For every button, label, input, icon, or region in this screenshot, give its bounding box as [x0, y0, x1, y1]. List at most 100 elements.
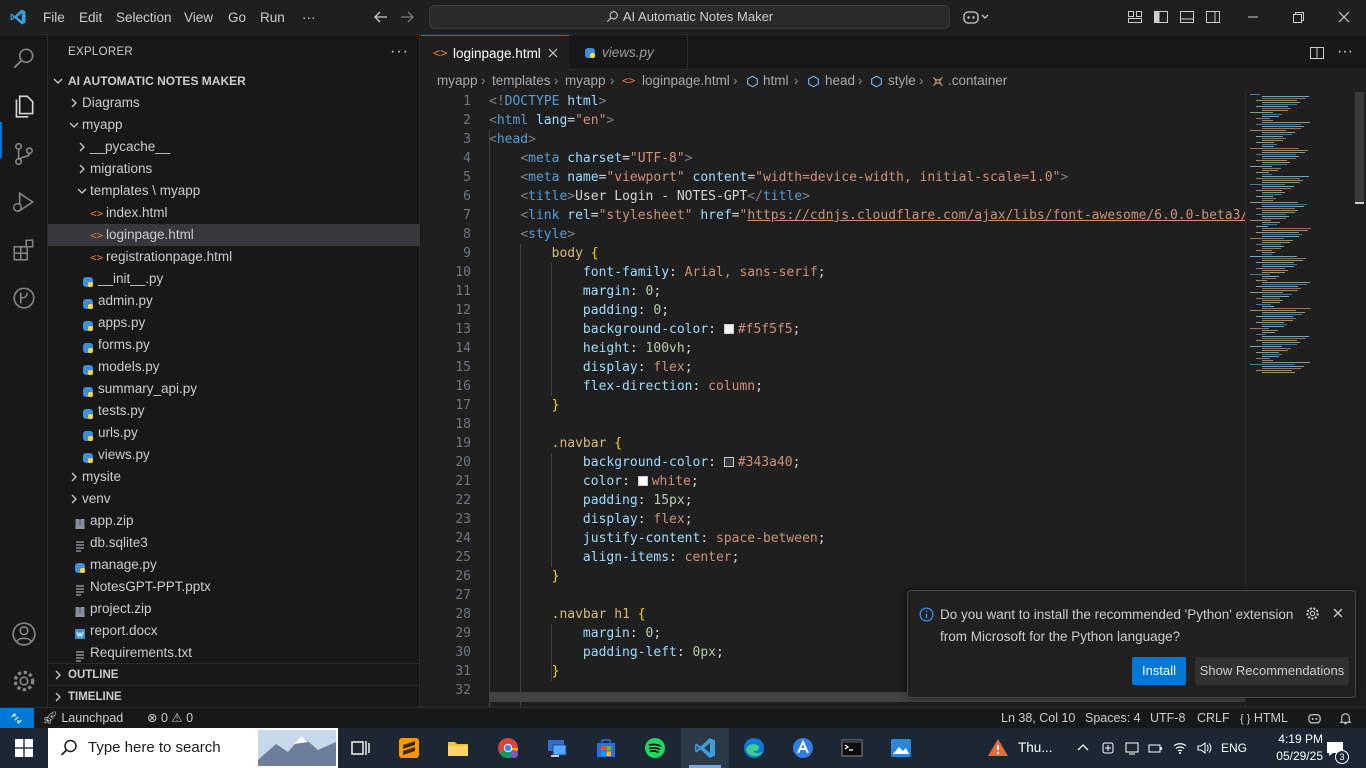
terminal-icon[interactable]	[840, 736, 864, 760]
tree-file[interactable]: urls.py	[48, 422, 420, 444]
menu-selection[interactable]: Selection	[116, 0, 172, 35]
weather-warning-icon[interactable]	[986, 736, 1010, 760]
manage-gear-icon[interactable]	[11, 668, 37, 694]
input-language[interactable]: ENG	[1221, 728, 1247, 768]
tray-app-icon[interactable]	[1100, 740, 1116, 756]
breadcrumb-item[interactable]: head	[825, 70, 855, 92]
explorer-more-button[interactable]: ···	[390, 43, 409, 61]
timeline-section[interactable]: TIMELINE	[48, 685, 420, 707]
arrow-right-icon[interactable]	[399, 9, 415, 25]
cursor-position[interactable]: Ln 38, Col 10	[1001, 708, 1075, 729]
toggle-panel-icon[interactable]	[1179, 9, 1195, 25]
search-icon[interactable]	[11, 46, 37, 72]
menu-run[interactable]: Run	[260, 0, 285, 35]
tree-folder[interactable]: venv	[48, 488, 420, 510]
run-debug-icon[interactable]	[11, 189, 37, 215]
breadcrumb-item[interactable]: templates	[492, 70, 551, 92]
project-root[interactable]: AI AUTOMATIC NOTES MAKER	[48, 70, 420, 92]
source-control-icon[interactable]	[11, 141, 37, 167]
tree-file[interactable]: admin.py	[48, 290, 420, 312]
tree-folder[interactable]: templates \ myapp	[48, 180, 420, 202]
encoding[interactable]: UTF-8	[1150, 708, 1185, 729]
close-icon[interactable]	[1332, 607, 1344, 619]
sublime-text-icon[interactable]	[397, 736, 421, 760]
close-icon[interactable]	[547, 47, 559, 59]
tab-loginpage[interactable]: <> loginpage.html	[421, 35, 569, 70]
restore-icon[interactable]	[1290, 9, 1306, 25]
files-icon[interactable]	[11, 93, 37, 119]
volume-icon[interactable]	[1196, 740, 1212, 756]
tree-file[interactable]: summary_api.py	[48, 378, 420, 400]
end-of-line[interactable]: CRLF	[1197, 708, 1230, 729]
wifi-icon[interactable]	[1172, 740, 1188, 756]
vscode-logo-icon[interactable]	[9, 8, 27, 26]
remote-indicator[interactable]	[0, 708, 34, 729]
tree-file[interactable]: <> index.html	[48, 202, 420, 224]
remote-explorer-icon[interactable]	[11, 285, 37, 311]
breadcrumb-item[interactable]: myapp	[565, 70, 606, 92]
vscode-icon[interactable]	[693, 736, 717, 760]
tree-file[interactable]: NotesGPT-PPT.pptx	[48, 576, 420, 598]
taskbar-search-box[interactable]: Type here to search	[48, 728, 338, 768]
tree-folder[interactable]: __pycache__	[48, 136, 420, 158]
minimize-icon[interactable]	[1245, 9, 1261, 25]
tree-file[interactable]: app.zip	[48, 510, 420, 532]
remote-desktop-icon[interactable]	[545, 736, 569, 760]
launchpad-item[interactable]: 🚀︎ Launchpad	[42, 708, 123, 729]
show-recommendations-button[interactable]: Show Recommendations	[1195, 657, 1349, 685]
tree-file[interactable]: models.py	[48, 356, 420, 378]
tree-folder[interactable]: myapp	[48, 114, 420, 136]
color-swatch[interactable]	[723, 324, 734, 334]
microsoft-store-icon[interactable]	[594, 736, 618, 760]
tree-file[interactable]: project.zip	[48, 598, 420, 620]
copilot-icon[interactable]	[963, 9, 991, 25]
tree-file[interactable]: forms.py	[48, 334, 420, 356]
edge-icon[interactable]	[742, 736, 766, 760]
breadcrumb-item[interactable]: style	[888, 70, 916, 92]
tree-folder[interactable]: Diagrams	[48, 92, 420, 114]
weather-label[interactable]: Thu...	[1018, 728, 1053, 768]
color-swatch[interactable]	[637, 476, 648, 486]
spotify-icon[interactable]	[643, 736, 667, 760]
breadcrumb-item[interactable]: .container	[948, 70, 1007, 92]
tree-file[interactable]: manage.py	[48, 554, 420, 576]
toggle-sidebar-icon[interactable]	[1153, 9, 1169, 25]
tree-folder[interactable]: migrations	[48, 158, 420, 180]
arrow-left-icon[interactable]	[373, 9, 389, 25]
tray-remote-icon[interactable]	[1124, 740, 1140, 756]
chrome-icon[interactable]	[496, 736, 520, 760]
chevron-up-icon[interactable]	[1076, 741, 1090, 755]
toggle-secondary-sidebar-icon[interactable]	[1205, 9, 1221, 25]
indentation[interactable]: Spaces: 4	[1085, 708, 1141, 729]
tree-file[interactable]: report.docx	[48, 620, 420, 642]
tree-file[interactable]: tests.py	[48, 400, 420, 422]
split-editor-icon[interactable]	[1309, 45, 1325, 61]
breadcrumb-item[interactable]: html	[763, 70, 789, 92]
copilot-status-icon[interactable]	[1307, 711, 1322, 726]
menu-more[interactable]: ···	[302, 0, 316, 35]
vpn-app-icon[interactable]	[791, 736, 815, 760]
tree-file[interactable]: views.py	[48, 444, 420, 466]
tree-file[interactable]: db.sqlite3	[48, 532, 420, 554]
menu-go[interactable]: Go	[228, 0, 246, 35]
customize-layout-icon[interactable]	[1127, 9, 1143, 25]
file-explorer-icon[interactable]	[446, 736, 470, 760]
tree-file[interactable]: <> loginpage.html	[48, 224, 420, 246]
problems-item[interactable]: ⊗ 0 ⚠︎ 0	[147, 708, 193, 729]
tree-file[interactable]: <> registrationpage.html	[48, 246, 420, 268]
battery-plug-icon[interactable]	[1148, 740, 1164, 756]
photos-icon[interactable]	[889, 736, 913, 760]
tree-file[interactable]: __init__.py	[48, 268, 420, 290]
menu-edit[interactable]: Edit	[79, 0, 102, 35]
color-swatch[interactable]	[723, 457, 734, 467]
extensions-icon[interactable]	[11, 237, 37, 263]
tree-folder[interactable]: mysite	[48, 466, 420, 488]
language-mode[interactable]: { } HTML	[1240, 708, 1288, 729]
scrollbar-thumb[interactable]	[1355, 92, 1364, 202]
tree-file[interactable]: apps.py	[48, 312, 420, 334]
outline-section[interactable]: OUTLINE	[48, 663, 420, 685]
bell-icon[interactable]	[1338, 711, 1353, 726]
tree-file[interactable]: Requirements.txt	[48, 642, 420, 664]
account-icon[interactable]	[11, 621, 37, 647]
close-icon[interactable]	[1336, 9, 1352, 25]
